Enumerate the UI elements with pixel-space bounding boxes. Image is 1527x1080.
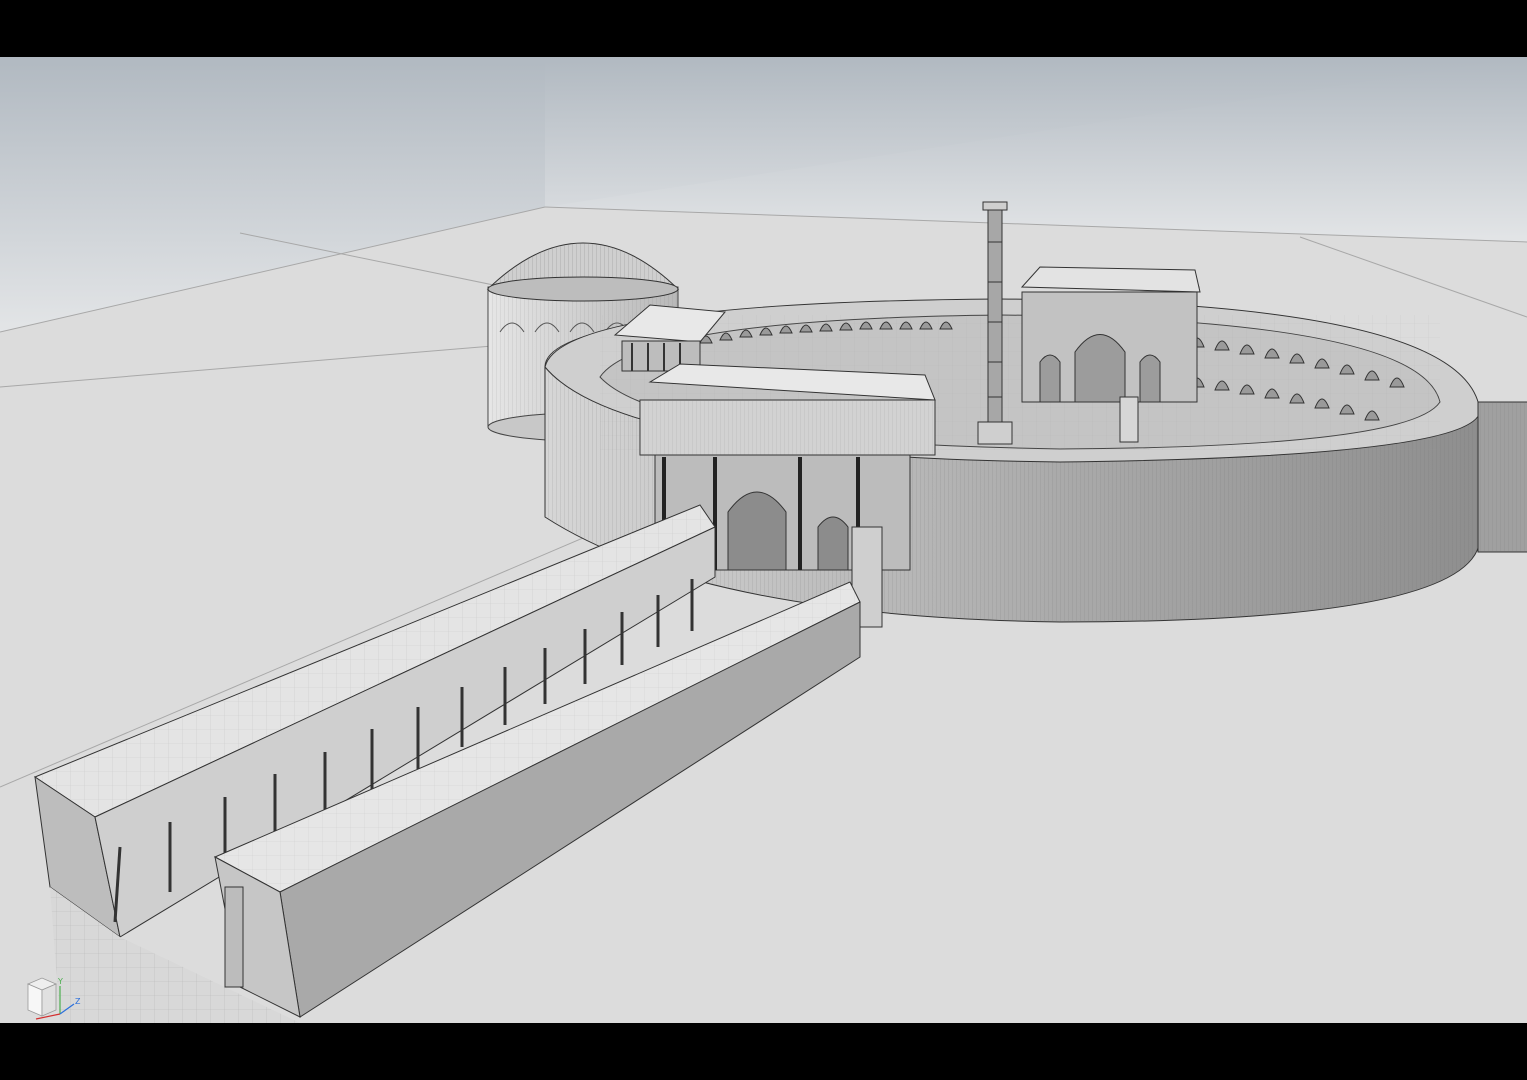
3d-viewport[interactable]: Y Z bbox=[0, 57, 1527, 1023]
gizmo-cube-right bbox=[41, 983, 57, 1017]
letterbox-bottom bbox=[0, 1023, 1527, 1080]
axis-gizmo[interactable]: Y Z bbox=[22, 974, 92, 1022]
gizmo-cube-left bbox=[27, 983, 43, 1017]
scene-render[interactable] bbox=[0, 57, 1527, 1023]
gizmo-z-label: Z bbox=[75, 997, 81, 1006]
app-frame: Y Z bbox=[0, 0, 1527, 1080]
letterbox-top bbox=[0, 0, 1527, 57]
gizmo-z-axis bbox=[59, 1003, 75, 1015]
gizmo-y-label: Y bbox=[57, 977, 63, 986]
